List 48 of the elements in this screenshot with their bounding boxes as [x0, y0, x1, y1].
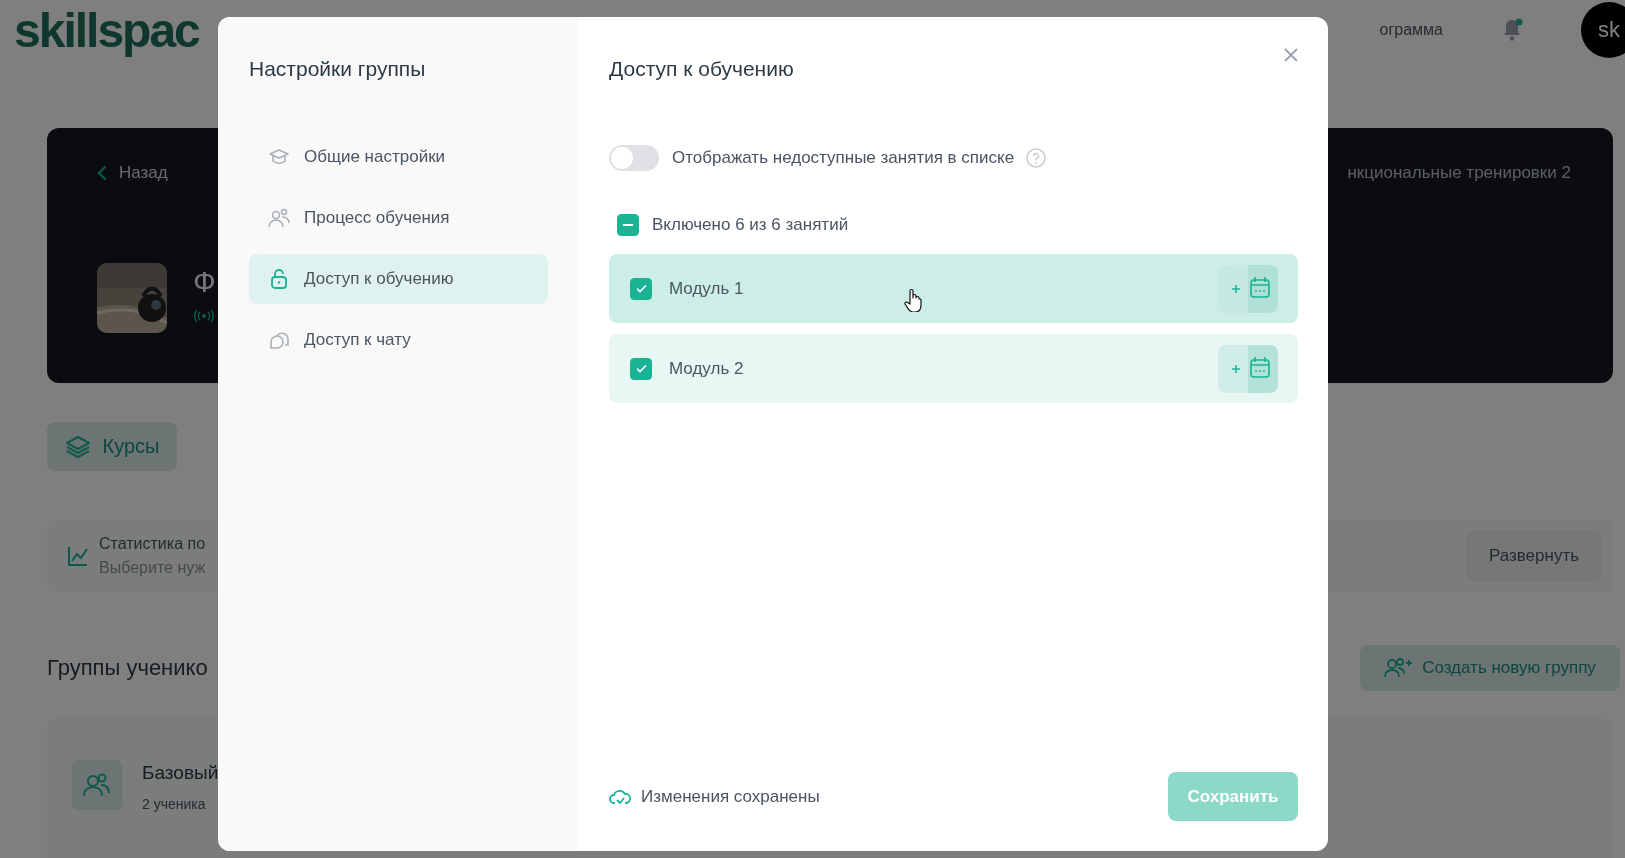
stats-title: Статистика по [99, 535, 206, 553]
select-all-checkbox[interactable] [617, 214, 639, 236]
course-title: нкциональные тренировки 2 [1347, 163, 1571, 183]
hand-cursor-icon [904, 288, 922, 312]
schedule-button[interactable] [1218, 264, 1278, 313]
section-heading: Группы ученико [47, 655, 208, 681]
checkmark-icon [635, 364, 647, 373]
module-name: Модуль 1 [669, 278, 744, 299]
expand-button[interactable]: Развернуть [1467, 530, 1601, 582]
checkmark-icon [635, 284, 647, 293]
graduation-cap-icon [268, 148, 290, 166]
people-icon [72, 760, 122, 810]
module-name: Модуль 2 [669, 358, 744, 379]
logo[interactable]: skillspac [14, 2, 199, 58]
people-icon [268, 208, 290, 228]
toggle-label: Отображать недоступные занятия в списке [672, 148, 1015, 168]
included-count: Включено 6 из 6 занятий [652, 215, 849, 235]
module-row[interactable]: Модуль 1 [609, 254, 1298, 323]
dialog-sidebar-title: Настройки группы [249, 57, 427, 82]
module-checkbox[interactable] [630, 277, 652, 300]
avatar[interactable]: sk [1581, 2, 1625, 58]
help-icon[interactable] [1026, 148, 1047, 168]
close-icon[interactable] [1283, 47, 1299, 63]
dialog-title: Доступ к обучению [609, 57, 794, 81]
sidebar-item[interactable]: Доступ к чату [249, 315, 548, 365]
cloud-check-icon [609, 787, 631, 806]
unlocked-padlock-icon [268, 268, 290, 290]
schedule-button[interactable] [1218, 344, 1278, 393]
student-count: 2 ученика [142, 796, 207, 812]
group-name: Базовый [142, 762, 219, 784]
module-row[interactable]: Модуль 2 [609, 334, 1298, 403]
module-checkbox[interactable] [630, 357, 652, 380]
layers-icon [64, 433, 91, 460]
broadcast-icon [193, 309, 215, 323]
back-link[interactable]: Назад [97, 163, 168, 183]
menu-link[interactable]: ограмма [1379, 21, 1443, 39]
chat-bubble-icon [268, 330, 290, 350]
add-people-icon [1384, 657, 1413, 679]
bell-icon[interactable] [1501, 18, 1523, 42]
chart-icon [67, 545, 89, 567]
minus-icon [622, 223, 634, 227]
sidebar-item[interactable]: Процесс обучения [249, 193, 548, 243]
toggle-switch[interactable] [609, 145, 659, 171]
course-name: Ф [193, 265, 216, 299]
chevron-left-icon [97, 165, 107, 181]
sidebar-item[interactable]: Доступ к обучению [249, 254, 548, 304]
save-status: Изменения сохранены [641, 786, 820, 807]
sidebar-item[interactable]: Общие настройки [249, 132, 548, 182]
